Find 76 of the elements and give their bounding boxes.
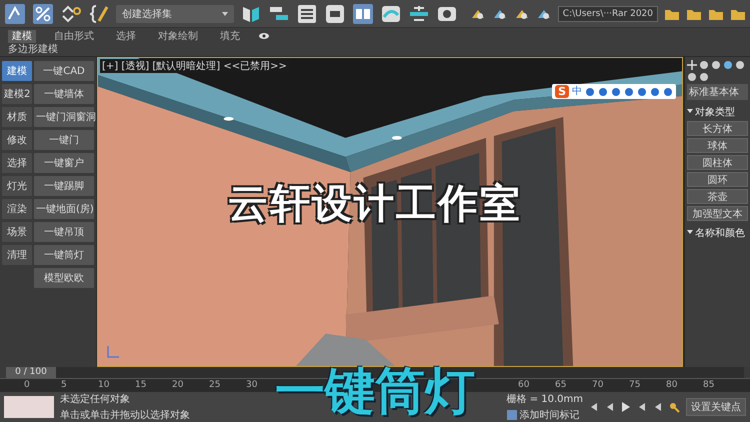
frame-number: 15 xyxy=(135,379,148,392)
frame-number: 5 xyxy=(61,379,68,392)
frame-number: 80 xyxy=(666,379,678,392)
frame-number: 75 xyxy=(629,379,642,392)
frame-number: 20 xyxy=(172,379,184,392)
key-icon[interactable] xyxy=(669,402,680,412)
ribbon-toggle-icon[interactable] xyxy=(324,2,346,24)
frame-number: 60 xyxy=(518,379,530,392)
time-tag-link[interactable]: 添加时间标记 xyxy=(520,408,580,422)
axis-gizmo-icon xyxy=(106,344,120,358)
frame-number: 65 xyxy=(555,379,568,392)
object-type-button[interactable]: 茶壶 xyxy=(687,189,748,204)
frame-number: 25 xyxy=(209,379,222,392)
ribbon-tab[interactable]: 选择 xyxy=(112,30,140,42)
frame-number: 70 xyxy=(592,379,604,392)
tool-button[interactable]: 一键踢脚 xyxy=(34,176,94,196)
tool-button[interactable]: 一键门洞窗洞 xyxy=(34,107,94,127)
frame-number: 30 xyxy=(246,379,258,392)
category-button[interactable]: 渲染 xyxy=(2,199,32,219)
category-button[interactable]: 修改 xyxy=(2,130,32,150)
object-type-button[interactable]: 圆环 xyxy=(687,172,748,187)
rollout-header[interactable]: 名称和颜色 xyxy=(687,226,748,240)
tool-button[interactable]: 模型欧欧 xyxy=(34,268,94,288)
brace-icon[interactable] xyxy=(88,2,110,24)
ribbon-tab[interactable]: 对象绘制 xyxy=(154,30,202,42)
rollout-arrow-icon[interactable] xyxy=(687,109,693,115)
object-type-button[interactable]: 球体 xyxy=(687,138,748,153)
category-button[interactable]: 材质 xyxy=(2,107,32,127)
snap-icon[interactable] xyxy=(4,2,26,24)
object-category-dropdown[interactable]: 标准基本体 xyxy=(687,84,748,100)
ribbon-tab[interactable]: 建模 xyxy=(8,30,36,42)
object-type-button[interactable]: 圆柱体 xyxy=(687,155,748,170)
tool-button[interactable]: 一键地面(房) xyxy=(34,199,94,219)
rollout-arrow-icon[interactable] xyxy=(687,230,693,236)
status-hint: 单击或单击并拖动以选择对象 xyxy=(60,408,190,422)
category-button[interactable]: 建模2 xyxy=(2,84,32,104)
ribbon-tab[interactable]: 填充 xyxy=(216,30,244,42)
input-method-logo: S xyxy=(555,85,569,98)
category-button[interactable]: 灯光 xyxy=(2,176,32,196)
object-type-button[interactable]: 长方体 xyxy=(687,121,748,136)
tool-button[interactable]: 一键吊顶 xyxy=(34,222,94,242)
rollout-header[interactable]: 对象类型 xyxy=(687,105,748,119)
status-message: 未选定任何对象 xyxy=(60,392,131,406)
ribbon-tab[interactable]: 自由形式 xyxy=(50,30,98,42)
eye-icon[interactable] xyxy=(258,32,270,40)
input-mode-toggle[interactable]: 中 xyxy=(572,86,582,98)
tool-button[interactable]: 一键门 xyxy=(34,130,94,150)
frame-number: 85 xyxy=(703,379,716,392)
category-button[interactable]: 清理 xyxy=(2,245,32,265)
grid-size-label: 栅格 = 10.0mm xyxy=(506,392,583,406)
category-button[interactable]: 选择 xyxy=(2,153,32,173)
set-key-button[interactable]: 设置关键点 xyxy=(686,398,746,416)
time-tag-icon[interactable] xyxy=(506,410,517,420)
tool-button[interactable]: 一键窗户 xyxy=(34,153,94,173)
category-button[interactable]: 场景 xyxy=(2,222,32,242)
tool-button[interactable]: 一键墙体 xyxy=(34,84,94,104)
percent-snap-icon[interactable] xyxy=(32,2,54,24)
category-button[interactable]: 建模 xyxy=(2,61,32,81)
maxscript-listener-field[interactable] xyxy=(4,396,54,418)
caret-icon[interactable] xyxy=(222,12,228,16)
rollout-title: 名称和颜色 xyxy=(695,226,745,240)
play-icon[interactable] xyxy=(621,402,631,412)
tool-button[interactable]: 一键CAD xyxy=(34,61,94,81)
curve-editor-icon[interactable] xyxy=(352,2,374,24)
panel-label: 多边形建模 xyxy=(7,44,59,56)
project-path-field[interactable]: C:\Users\···Rar 2020 xyxy=(558,6,658,22)
layer-explorer-icon[interactable] xyxy=(296,2,318,24)
frame-number: 0 xyxy=(24,379,31,392)
plus-icon[interactable] xyxy=(687,60,697,70)
viewport-label: [+] [透视] [默认明暗处理] <<已禁用>> xyxy=(100,59,289,73)
selection-set-dropdown[interactable]: 创建选择集 xyxy=(116,4,234,22)
frame-number: 10 xyxy=(98,379,110,392)
rollout-title: 对象类型 xyxy=(695,106,735,119)
time-slider-thumb[interactable]: 0 / 100 xyxy=(6,367,56,378)
object-type-button[interactable]: 加强型文本 xyxy=(687,206,748,221)
tool-button[interactable]: 一键筒灯 xyxy=(34,245,94,265)
